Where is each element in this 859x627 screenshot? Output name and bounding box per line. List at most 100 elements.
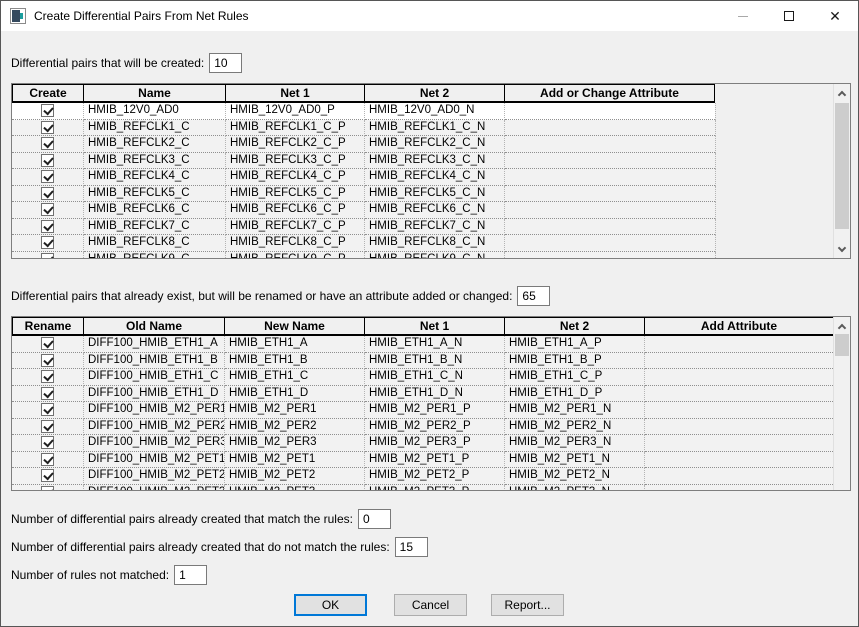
- net1-cell: HMIB_REFCLK2_C_P: [226, 136, 365, 153]
- checkbox-checked-icon[interactable]: [41, 387, 54, 400]
- add-attribute-cell: [645, 336, 833, 353]
- net2-cell: HMIB_M2_PET3_N: [505, 485, 645, 491]
- match-count-label: Number of differential pairs already cre…: [11, 512, 353, 526]
- col-header-net2[interactable]: Net 2: [505, 317, 645, 336]
- new-name-cell: HMIB_M2_PER3: [225, 435, 365, 452]
- table-row[interactable]: HMIB_REFCLK5_C HMIB_REFCLK5_C_P HMIB_REF…: [12, 186, 833, 203]
- match-count-input[interactable]: [358, 509, 391, 529]
- table-row[interactable]: HMIB_REFCLK2_C HMIB_REFCLK2_C_P HMIB_REF…: [12, 136, 833, 153]
- minimize-icon: [738, 16, 748, 17]
- checkbox-checked-icon[interactable]: [41, 436, 54, 449]
- scroll-up-button[interactable]: [834, 84, 850, 101]
- maximize-button[interactable]: [766, 1, 812, 31]
- scrollbar-track[interactable]: [834, 334, 850, 490]
- row-filler: [715, 186, 833, 203]
- checkbox-checked-icon[interactable]: [41, 354, 54, 367]
- table-row[interactable]: DIFF100_HMIB_ETH1_A HMIB_ETH1_A HMIB_ETH…: [12, 336, 833, 353]
- title-bar[interactable]: Create Differential Pairs From Net Rules…: [1, 1, 858, 31]
- checkbox-checked-icon[interactable]: [41, 486, 54, 490]
- net1-cell: HMIB_REFCLK6_C_P: [226, 202, 365, 219]
- scroll-up-button[interactable]: [834, 317, 850, 334]
- table-row[interactable]: DIFF100_HMIB_M2_PER2 HMIB_M2_PER2 HMIB_M…: [12, 419, 833, 436]
- col-header-create[interactable]: Create: [12, 84, 84, 103]
- window-controls: ✕: [720, 1, 858, 31]
- table-row[interactable]: HMIB_REFCLK8_C HMIB_REFCLK8_C_P HMIB_REF…: [12, 235, 833, 252]
- checkbox-checked-icon[interactable]: [41, 236, 54, 249]
- chevron-down-icon: [838, 243, 846, 251]
- ok-button[interactable]: OK: [294, 594, 367, 616]
- no-match-count-input[interactable]: [395, 537, 428, 557]
- net2-cell: HMIB_REFCLK6_C_N: [365, 202, 505, 219]
- table-row[interactable]: DIFF100_HMIB_ETH1_C HMIB_ETH1_C HMIB_ETH…: [12, 369, 833, 386]
- scrollbar-track[interactable]: [834, 101, 850, 241]
- col-header-rename[interactable]: Rename: [12, 317, 84, 336]
- scroll-down-button[interactable]: [834, 241, 850, 258]
- pairs-created-input[interactable]: [209, 53, 242, 73]
- rename-checkbox-cell: [12, 468, 84, 485]
- add-attribute-cell: [645, 468, 833, 485]
- net1-cell: HMIB_ETH1_B_N: [365, 353, 505, 370]
- table-row[interactable]: HMIB_REFCLK9_C HMIB_REFCLK9_C_P HMIB_REF…: [12, 252, 833, 259]
- row-filler: [715, 169, 833, 186]
- table-row[interactable]: DIFF100_HMIB_ETH1_B HMIB_ETH1_B HMIB_ETH…: [12, 353, 833, 370]
- checkbox-checked-icon[interactable]: [41, 203, 54, 216]
- rename-checkbox-cell: [12, 485, 84, 491]
- table-row[interactable]: HMIB_REFCLK4_C HMIB_REFCLK4_C_P HMIB_REF…: [12, 169, 833, 186]
- rename-checkbox-cell: [12, 369, 84, 386]
- header-filler: [715, 84, 833, 103]
- table-row[interactable]: DIFF100_HMIB_M2_PET2 HMIB_M2_PET2 HMIB_M…: [12, 468, 833, 485]
- table-row[interactable]: HMIB_REFCLK1_C HMIB_REFCLK1_C_P HMIB_REF…: [12, 120, 833, 137]
- table-row[interactable]: HMIB_REFCLK7_C HMIB_REFCLK7_C_P HMIB_REF…: [12, 219, 833, 236]
- close-button[interactable]: ✕: [812, 1, 858, 31]
- net1-cell: HMIB_M2_PET2_P: [365, 468, 505, 485]
- scrollbar-thumb[interactable]: [835, 334, 849, 356]
- checkbox-checked-icon[interactable]: [41, 121, 54, 134]
- report-button[interactable]: Report...: [491, 594, 564, 616]
- checkbox-checked-icon[interactable]: [41, 104, 54, 117]
- application-icon: [10, 8, 26, 24]
- pairs-existing-input[interactable]: [517, 286, 550, 306]
- scrollbar-thumb[interactable]: [835, 103, 849, 229]
- old-name-cell: DIFF100_HMIB_M2_PER3: [84, 435, 225, 452]
- checkbox-checked-icon[interactable]: [41, 403, 54, 416]
- checkbox-checked-icon[interactable]: [41, 137, 54, 150]
- cancel-button[interactable]: Cancel: [394, 594, 467, 616]
- col-header-add-attribute[interactable]: Add Attribute: [645, 317, 833, 336]
- table-row[interactable]: DIFF100_HMIB_M2_PET3 HMIB_M2_PET3 HMIB_M…: [12, 485, 833, 491]
- checkbox-checked-icon[interactable]: [41, 420, 54, 433]
- checkbox-checked-icon[interactable]: [41, 453, 54, 466]
- table-row[interactable]: DIFF100_HMIB_M2_PER1 HMIB_M2_PER1 HMIB_M…: [12, 402, 833, 419]
- vertical-scrollbar[interactable]: [833, 317, 850, 490]
- table-row[interactable]: HMIB_12V0_AD0 HMIB_12V0_AD0_P HMIB_12V0_…: [12, 103, 833, 120]
- checkbox-checked-icon[interactable]: [41, 154, 54, 167]
- checkbox-checked-icon[interactable]: [41, 469, 54, 482]
- table-row[interactable]: DIFF100_HMIB_ETH1_D HMIB_ETH1_D HMIB_ETH…: [12, 386, 833, 403]
- rules-not-matched-input[interactable]: [174, 565, 207, 585]
- pairs-existing-label: Differential pairs that already exist, b…: [11, 289, 512, 303]
- pair-name-cell: HMIB_REFCLK4_C: [84, 169, 226, 186]
- table-row[interactable]: HMIB_REFCLK6_C HMIB_REFCLK6_C_P HMIB_REF…: [12, 202, 833, 219]
- net1-cell: HMIB_ETH1_D_N: [365, 386, 505, 403]
- table-row[interactable]: HMIB_REFCLK3_C HMIB_REFCLK3_C_P HMIB_REF…: [12, 153, 833, 170]
- col-header-net1[interactable]: Net 1: [365, 317, 505, 336]
- pairs-created-field: Differential pairs that will be created:: [11, 53, 242, 73]
- row-filler: [715, 252, 833, 259]
- old-name-cell: DIFF100_HMIB_ETH1_D: [84, 386, 225, 403]
- checkbox-checked-icon[interactable]: [41, 187, 54, 200]
- table-row[interactable]: DIFF100_HMIB_M2_PET1 HMIB_M2_PET1 HMIB_M…: [12, 452, 833, 469]
- checkbox-checked-icon[interactable]: [41, 253, 54, 258]
- col-header-name[interactable]: Name: [84, 84, 226, 103]
- col-header-add-or-change-attribute[interactable]: Add or Change Attribute: [505, 84, 715, 103]
- checkbox-checked-icon[interactable]: [41, 220, 54, 233]
- col-header-net2[interactable]: Net 2: [365, 84, 505, 103]
- vertical-scrollbar[interactable]: [833, 84, 850, 258]
- checkbox-checked-icon[interactable]: [41, 370, 54, 383]
- table-row[interactable]: DIFF100_HMIB_M2_PER3 HMIB_M2_PER3 HMIB_M…: [12, 435, 833, 452]
- col-header-old-name[interactable]: Old Name: [84, 317, 225, 336]
- checkbox-checked-icon[interactable]: [41, 337, 54, 350]
- col-header-new-name[interactable]: New Name: [225, 317, 365, 336]
- net1-cell: HMIB_REFCLK3_C_P: [226, 153, 365, 170]
- new-name-cell: HMIB_M2_PER2: [225, 419, 365, 436]
- col-header-net1[interactable]: Net 1: [226, 84, 365, 103]
- checkbox-checked-icon[interactable]: [41, 170, 54, 183]
